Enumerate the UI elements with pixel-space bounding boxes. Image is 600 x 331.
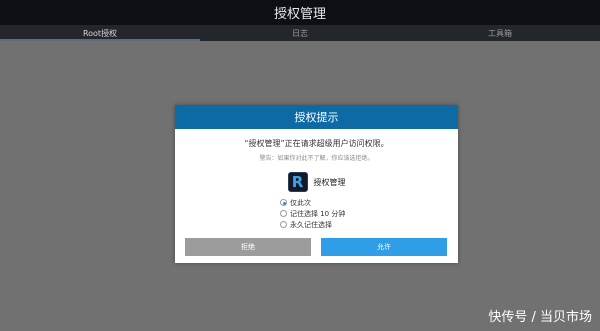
option-once[interactable]: 仅此次 (280, 197, 345, 208)
app-logo-icon: R (287, 172, 308, 192)
app-title: 授权管理 (273, 7, 326, 22)
superuser-auth-dialog: 授权提示 “授权管理”正在请求超级用户访问权限。 警告：如果你对此不了解，你应该… (175, 105, 458, 263)
tab-label: 日志 (292, 28, 308, 38)
deny-button[interactable]: 拒绝 (185, 238, 311, 256)
tab-root-auth[interactable]: Root授权 (0, 25, 200, 41)
radio-icon[interactable] (280, 221, 287, 228)
app-title-bar: 授权管理 (0, 0, 600, 25)
request-message: “授权管理”正在请求超级用户访问权限。 (244, 139, 389, 148)
option-forever[interactable]: 永久记住选择 (280, 219, 345, 230)
tab-label: 工具箱 (488, 28, 512, 38)
requesting-app: R 授权管理 (175, 172, 458, 192)
watermark-text: 快传号 / 当贝市场 (488, 310, 592, 325)
tab-log[interactable]: 日志 (200, 25, 400, 41)
app-name: 授权管理 (313, 177, 346, 187)
tab-label: Root授权 (82, 28, 118, 38)
remember-options: 仅此次 记住选择 10 分钟 永久记住选择 (280, 197, 345, 230)
dialog-title: 授权提示 (294, 111, 339, 124)
dialog-header: 授权提示 (175, 105, 458, 129)
option-10-minutes[interactable]: 记住选择 10 分钟 (280, 208, 345, 219)
tab-toolbox[interactable]: 工具箱 (400, 25, 600, 41)
option-label: 永久记住选择 (290, 220, 332, 229)
warning-message: 警告：如果你对此不了解，你应该选拒绝。 (259, 155, 374, 162)
radio-icon[interactable] (280, 210, 287, 217)
radio-selected-icon[interactable] (280, 199, 287, 206)
option-label: 记住选择 10 分钟 (290, 209, 346, 218)
option-label: 仅此次 (290, 198, 311, 207)
tab-bar: Root授权 日志 工具箱 (0, 25, 600, 41)
allow-button[interactable]: 允许 (321, 238, 447, 256)
